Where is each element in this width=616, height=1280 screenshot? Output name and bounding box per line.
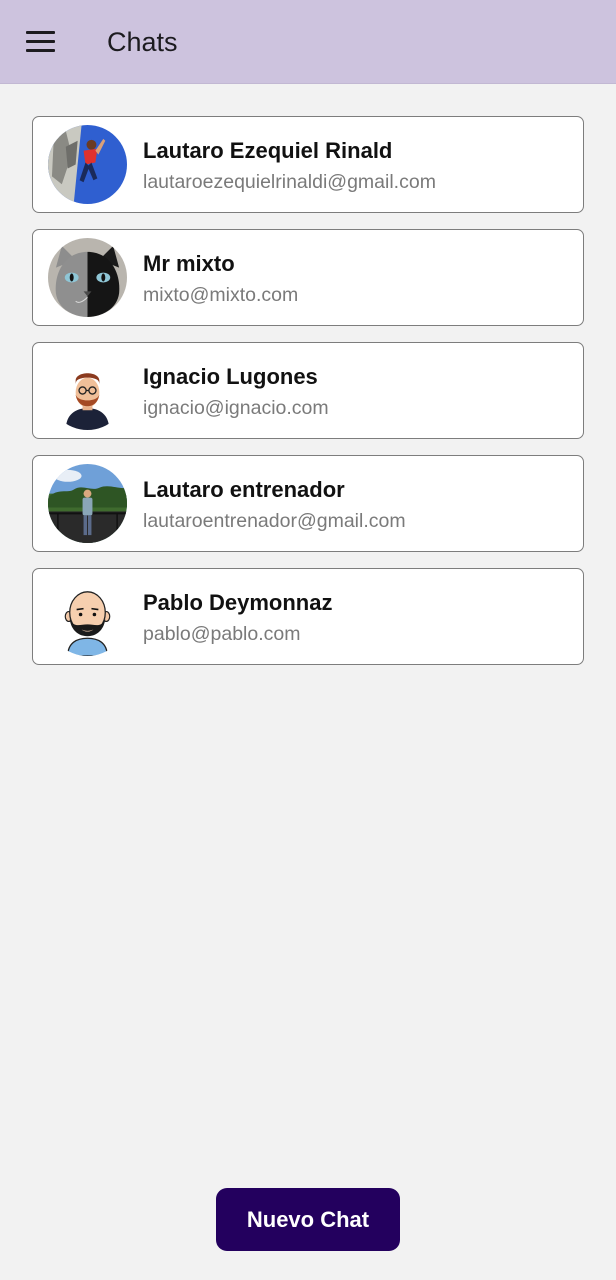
chat-item[interactable]: Pablo Deymonnaz pablo@pablo.com [32,568,584,665]
chat-item[interactable]: Lautaro Ezequiel Rinald lautaroezequielr… [32,116,584,213]
contact-email: lautaroezequielrinaldi@gmail.com [143,171,436,193]
contact-name: Pablo Deymonnaz [143,590,333,615]
chat-item[interactable]: Ignacio Lugones ignacio@ignacio.com [32,342,584,439]
chat-item[interactable]: Lautaro entrenador lautaroentrenador@gma… [32,455,584,552]
contact-email: pablo@pablo.com [143,623,301,645]
cartoon-bearded-man-avatar [48,351,127,430]
chat-list: Lautaro Ezequiel Rinald lautaroezequielr… [32,116,584,681]
contact-name: Mr mixto [143,251,235,276]
contact-email: lautaroentrenador@gmail.com [143,510,406,532]
menu-line [25,39,55,43]
cartoon-bald-man-avatar [48,577,127,656]
photo-climber-avatar [48,125,127,204]
app-bar: Chats [0,0,616,84]
photo-cat-avatar [48,238,127,317]
contact-email: ignacio@ignacio.com [143,397,329,419]
contact-name: Ignacio Lugones [143,364,318,389]
contact-name: Lautaro Ezequiel Rinald [143,138,393,163]
hamburger-menu-icon[interactable] [18,22,62,60]
photo-park-avatar [48,464,127,543]
contact-email: mixto@mixto.com [143,284,299,306]
menu-line [25,48,55,52]
chat-item[interactable]: Mr mixto mixto@mixto.com [32,229,584,326]
page-title: Chats [107,27,178,57]
contact-name: Lautaro entrenador [143,477,345,502]
menu-line [25,30,55,34]
new-chat-button[interactable]: Nuevo Chat [216,1188,400,1251]
